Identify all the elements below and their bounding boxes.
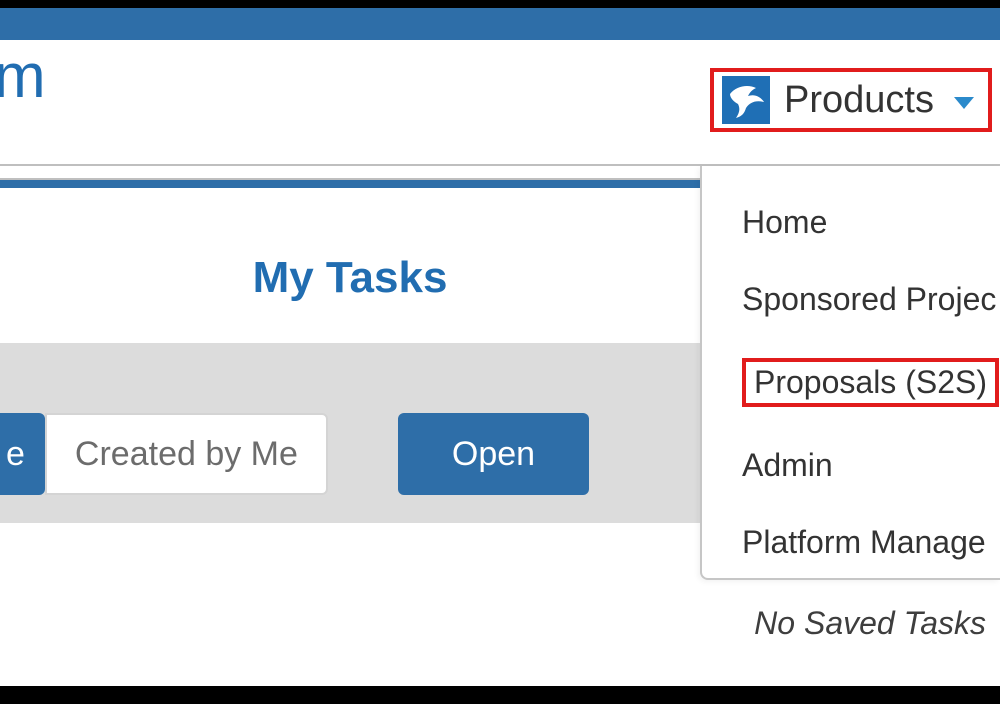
menu-item-proposals-s2s[interactable]: Proposals (S2S)	[702, 338, 1000, 427]
products-dropdown[interactable]: Products	[710, 68, 992, 132]
hawk-icon	[722, 76, 770, 124]
caret-down-icon	[954, 97, 974, 109]
no-saved-tasks-label: No Saved Tasks	[754, 605, 986, 642]
section-title: My Tasks	[0, 253, 700, 303]
menu-item-admin[interactable]: Admin	[702, 427, 1000, 504]
products-menu: Home Sponsored Projec Proposals (S2S) Ad…	[700, 166, 1000, 580]
products-label: Products	[784, 79, 934, 122]
menu-item-platform-management[interactable]: Platform Manage	[702, 504, 1000, 581]
logo-fragment: m	[0, 46, 46, 108]
menu-item-sponsored-projects[interactable]: Sponsored Projec	[702, 261, 1000, 338]
filter-chip-created-by-me[interactable]: Created by Me	[45, 413, 328, 495]
menu-item-home[interactable]: Home	[702, 184, 1000, 261]
topbar	[0, 8, 1000, 40]
filter-chip-active-fragment[interactable]: e	[0, 413, 45, 495]
filter-chip-open[interactable]: Open	[398, 413, 589, 495]
accent-bar	[0, 178, 700, 188]
